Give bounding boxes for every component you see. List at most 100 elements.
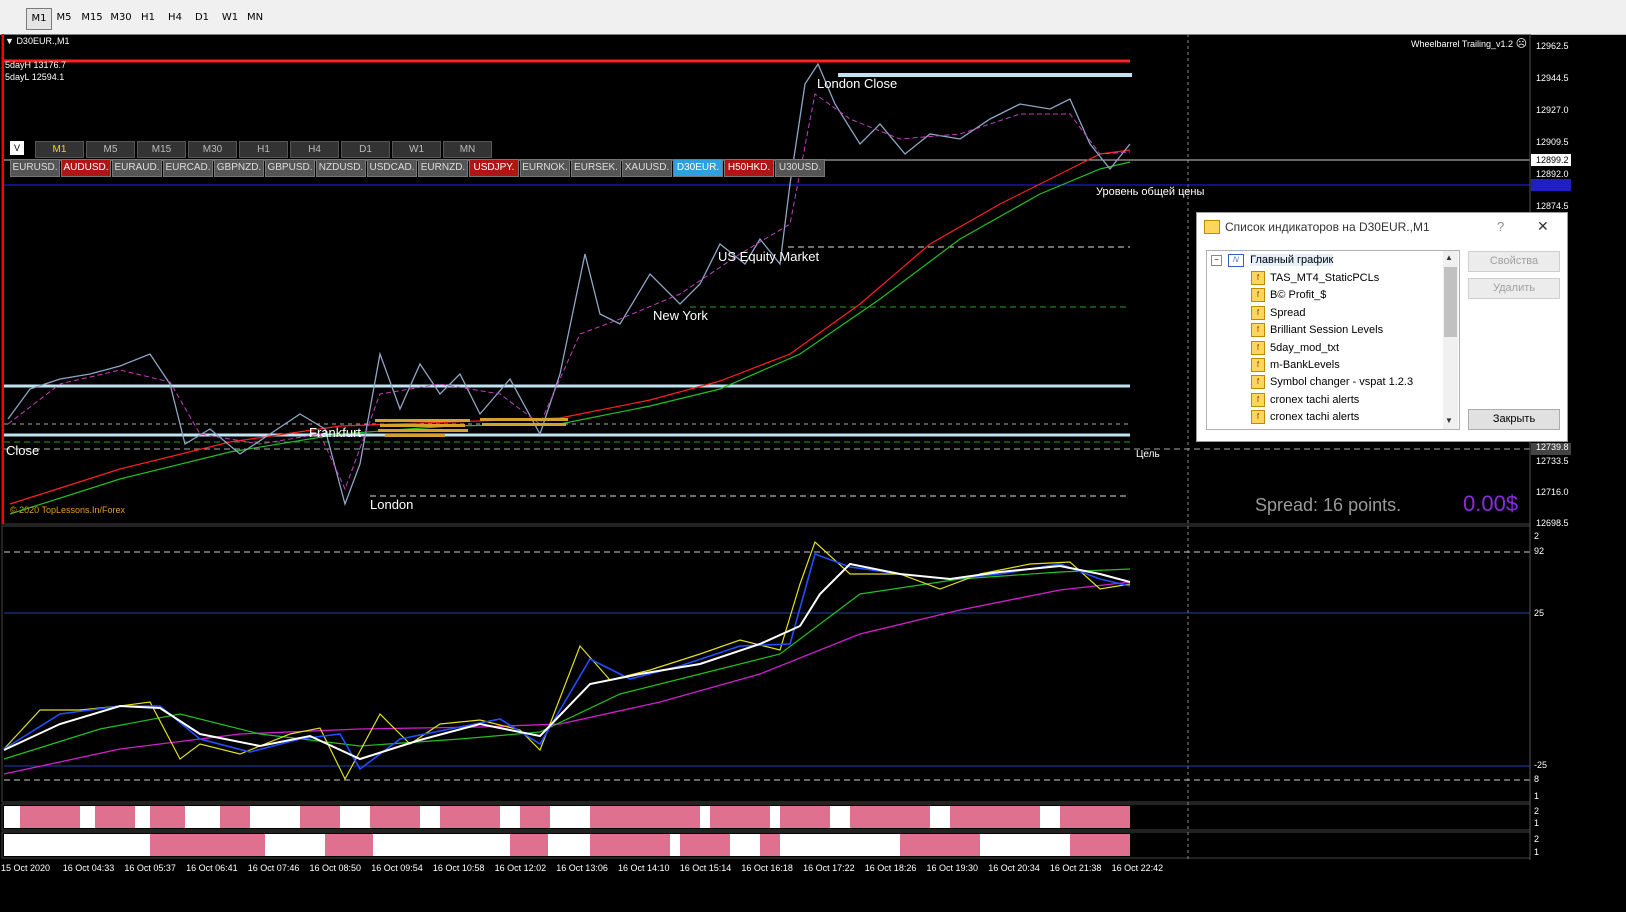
common-price-tag xyxy=(1531,179,1571,191)
symbol-tf-d1[interactable]: D1 xyxy=(341,141,390,158)
time-label: 16 Oct 07:46 xyxy=(247,863,300,873)
symbol-tf-mn[interactable]: MN xyxy=(443,141,492,158)
dialog-help-button[interactable]: ? xyxy=(1497,219,1504,234)
symbol-button-gbpusd[interactable]: GBPUSD. xyxy=(265,159,315,177)
indicator-item[interactable]: f B© Profit_$ xyxy=(1251,287,1326,304)
indicator-list-dialog: Список индикаторов на D30EUR.,M1 ? ✕ − /… xyxy=(1196,212,1568,442)
symbol-button-usdcad[interactable]: USDCAD. xyxy=(367,159,417,177)
indicator-label: Brilliant Session Levels xyxy=(1270,324,1384,337)
time-label: 16 Oct 05:37 xyxy=(124,863,176,873)
toolbar-tf-h4[interactable]: H4 xyxy=(163,8,187,28)
symbol-button-eursek[interactable]: EURSEK. xyxy=(571,159,621,177)
price-series xyxy=(7,62,1131,507)
indicator-icon: f xyxy=(1251,375,1265,390)
indicator-icon: f xyxy=(1251,392,1265,407)
dialog-window-icon xyxy=(1204,220,1220,234)
collapse-icon[interactable]: − xyxy=(1211,254,1222,266)
indicator-icon: f xyxy=(1251,358,1265,373)
symbol-button-eurusd[interactable]: EURUSD. xyxy=(10,159,60,177)
indicator-icon: f xyxy=(1251,271,1265,286)
price-label: 12716.0 xyxy=(1536,487,1569,497)
symbol-tf-h1[interactable]: H1 xyxy=(239,141,288,158)
toolbar-tf-m30[interactable]: M30 xyxy=(108,8,134,28)
symbol-button-u30usd[interactable]: U30USD. xyxy=(775,159,825,177)
indicator-item[interactable]: f m-BankLevels xyxy=(1251,357,1340,374)
symbol-button-h50hkd[interactable]: H50HKD. xyxy=(724,159,774,177)
symbol-button-xauusd[interactable]: XAUUSD. xyxy=(622,159,672,177)
bar-axis-label: 2 xyxy=(1534,834,1540,844)
symbol-button-usdjpy[interactable]: USDJPY. xyxy=(469,159,519,177)
symbol-tf-w1[interactable]: W1 xyxy=(392,141,441,158)
toolbar-tf-w1[interactable]: W1 xyxy=(218,8,242,28)
indicator-label: m-BankLevels xyxy=(1270,359,1340,371)
price-label: 12962.5 xyxy=(1536,41,1569,51)
symbol-tf-h4[interactable]: H4 xyxy=(290,141,339,158)
scroll-up-icon[interactable]: ▲ xyxy=(1445,253,1453,262)
oscillator-panel xyxy=(1,525,1531,803)
toolbar-tf-m1[interactable]: M1 xyxy=(26,8,52,30)
price-label: 12927.0 xyxy=(1536,105,1569,115)
indicator-item[interactable]: f Symbol changer - vspat 1.2.3 xyxy=(1251,374,1413,391)
info-5day-low: 5dayL 12594.1 xyxy=(5,72,65,82)
symbol-button-nzdusd[interactable]: NZDUSD. xyxy=(316,159,366,177)
close-dialog-button[interactable]: Закрыть xyxy=(1468,409,1560,430)
indicator-label: B© Profit_$ xyxy=(1270,289,1327,302)
symbol-button-gbpnzd[interactable]: GBPNZD. xyxy=(214,159,264,177)
osc-label: 92 xyxy=(1534,546,1545,556)
indicator-item[interactable]: f TAS_MT4_StaticPCLs xyxy=(1251,270,1379,287)
toolbar-tf-m15[interactable]: M15 xyxy=(79,8,105,28)
tree-root[interactable]: − /\/ Главный график xyxy=(1211,252,1334,269)
signal-bars-1 xyxy=(4,806,1130,828)
properties-button[interactable]: Свойства xyxy=(1468,251,1560,272)
time-label: 16 Oct 14:10 xyxy=(618,863,670,873)
symbol-button-euraud[interactable]: EURAUD. xyxy=(112,159,162,177)
label-london-close: London Close xyxy=(817,76,898,91)
bar-axis-label: 1 xyxy=(1534,847,1540,857)
toolbar-tf-d1[interactable]: D1 xyxy=(190,8,214,28)
scroll-down-icon[interactable]: ▼ xyxy=(1445,416,1453,425)
tree-scrollbar[interactable]: ▲ ▼ xyxy=(1443,251,1458,429)
time-label: 16 Oct 06:41 xyxy=(186,863,238,873)
copyright-text: © 2020 TopLessons.In/Forex xyxy=(10,505,126,515)
symbol-button-d30eur[interactable]: D30EUR. xyxy=(673,159,723,177)
symbol-changer-toggle[interactable]: V xyxy=(10,141,24,155)
time-label: 16 Oct 13:06 xyxy=(556,863,608,873)
label-new-york: New York xyxy=(653,308,708,323)
indicator-icon: f xyxy=(1251,288,1265,303)
dialog-close-button[interactable]: ✕ xyxy=(1537,218,1549,235)
symbol-button-eurnok[interactable]: EURNOK. xyxy=(520,159,570,177)
chart-title: ▼ D30EUR.,M1 xyxy=(5,36,69,46)
osc-green xyxy=(3,568,1131,760)
toolbar-tf-mn[interactable]: MN xyxy=(243,8,267,28)
symbol-title: D30EUR.,M1 xyxy=(16,36,70,46)
chart-menu-icon[interactable]: ▼ xyxy=(5,36,14,46)
price-label: 12909.5 xyxy=(1536,137,1569,147)
dialog-title: Список индикаторов на D30EUR.,M1 xyxy=(1225,220,1430,234)
symbol-button-eurcad[interactable]: EURCAD. xyxy=(163,159,213,177)
indicator-item[interactable]: f 5day_mod_txt xyxy=(1251,340,1339,357)
symbol-tf-m5[interactable]: M5 xyxy=(86,141,135,158)
symbol-button-audusd[interactable]: AUDUSD. xyxy=(61,159,111,177)
indicator-icon: f xyxy=(1251,340,1265,355)
label-london: London xyxy=(370,497,414,512)
symbol-tf-m1[interactable]: M1 xyxy=(35,141,84,158)
delete-button[interactable]: Удалить xyxy=(1468,278,1560,299)
toolbar-tf-m5[interactable]: M5 xyxy=(52,8,76,28)
symbol-tf-m15[interactable]: M15 xyxy=(137,141,186,158)
price-label: 12892.0 xyxy=(1536,169,1569,179)
indicator-item[interactable]: f cronex tachi alerts xyxy=(1251,392,1359,409)
label-common-price: Уровень общей цены xyxy=(1096,186,1205,198)
indicator-icon: f xyxy=(1251,323,1265,338)
symbol-button-eurnzd[interactable]: EURNZD. xyxy=(418,159,468,177)
symbol-tf-m30[interactable]: M30 xyxy=(188,141,237,158)
indicator-item[interactable]: f Spread xyxy=(1251,305,1305,322)
osc-label: 25 xyxy=(1534,608,1545,618)
label-target: Цель xyxy=(1136,449,1160,460)
scroll-thumb[interactable] xyxy=(1444,267,1457,337)
indicator-item[interactable]: f cronex tachi alerts xyxy=(1251,409,1359,426)
indicator-item[interactable]: f Brilliant Session Levels xyxy=(1251,322,1383,339)
time-label: 16 Oct 09:54 xyxy=(371,863,423,873)
indicator-label: cronex tachi alerts xyxy=(1270,411,1360,424)
toolbar-tf-h1[interactable]: H1 xyxy=(136,8,160,28)
price-label: 12739.8 xyxy=(1536,442,1569,452)
